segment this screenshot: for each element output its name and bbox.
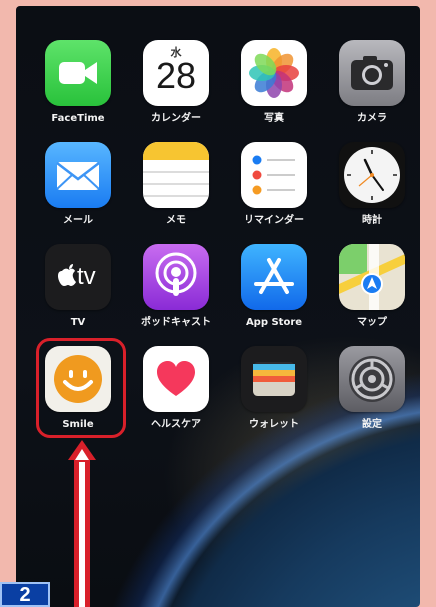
app-podcasts[interactable]: ポッドキャスト [136, 244, 216, 329]
camera-icon [339, 40, 405, 106]
pointer-arrow-shaft [74, 456, 90, 607]
app-settings[interactable]: 設定 [332, 346, 412, 431]
app-wallet[interactable]: ウォレット [234, 346, 314, 431]
app-label: App Store [245, 317, 303, 328]
app-label: TV [70, 317, 86, 328]
reminders-icon [241, 142, 307, 208]
photos-icon [241, 40, 307, 106]
app-label: ポッドキャスト [141, 317, 211, 328]
calendar-day: 28 [155, 55, 197, 96]
pointer-arrow-head-inner [75, 449, 89, 460]
mail-icon [45, 142, 111, 208]
app-health[interactable]: ヘルスケア [136, 346, 216, 431]
app-label: 設定 [362, 419, 382, 430]
app-label: メール [63, 215, 93, 226]
clock-icon [339, 142, 405, 208]
app-label: ヘルスケア [151, 419, 201, 430]
health-icon [143, 346, 209, 412]
notes-icon [143, 142, 209, 208]
facetime-icon [45, 40, 111, 106]
app-tv[interactable]: tv TV [38, 244, 118, 329]
app-label: 時計 [362, 215, 382, 226]
app-notes[interactable]: メモ [136, 142, 216, 227]
app-mail[interactable]: メール [38, 142, 118, 227]
app-label: マップ [357, 317, 387, 328]
app-facetime[interactable]: FaceTime [38, 40, 118, 125]
app-photos[interactable]: 写真 [234, 40, 314, 125]
app-label: 写真 [264, 113, 284, 124]
app-camera[interactable]: カメラ [332, 40, 412, 125]
podcasts-icon [143, 244, 209, 310]
app-store-icon [241, 244, 307, 310]
apple-tv-icon: tv [45, 244, 111, 310]
step-number-badge: 2 [0, 582, 50, 607]
app-clock[interactable]: 時計 [332, 142, 412, 227]
app-reminders[interactable]: リマインダー [234, 142, 314, 227]
app-maps[interactable]: マップ [332, 244, 412, 329]
app-app-store[interactable]: App Store [234, 244, 314, 329]
maps-icon [339, 244, 405, 310]
settings-icon [339, 346, 405, 412]
app-calendar[interactable]: 水 28 カレンダー [136, 40, 216, 125]
app-label: リマインダー [244, 215, 304, 226]
app-label: FaceTime [51, 113, 105, 124]
app-label: カレンダー [151, 113, 201, 124]
app-label: ウォレット [249, 419, 299, 430]
wallet-icon [241, 346, 307, 412]
smile-highlight-frame [36, 338, 126, 438]
calendar-icon: 水 28 [143, 40, 209, 106]
app-label: カメラ [357, 113, 387, 124]
tv-glyph-text: tv [77, 263, 96, 290]
app-label: メモ [166, 215, 186, 226]
